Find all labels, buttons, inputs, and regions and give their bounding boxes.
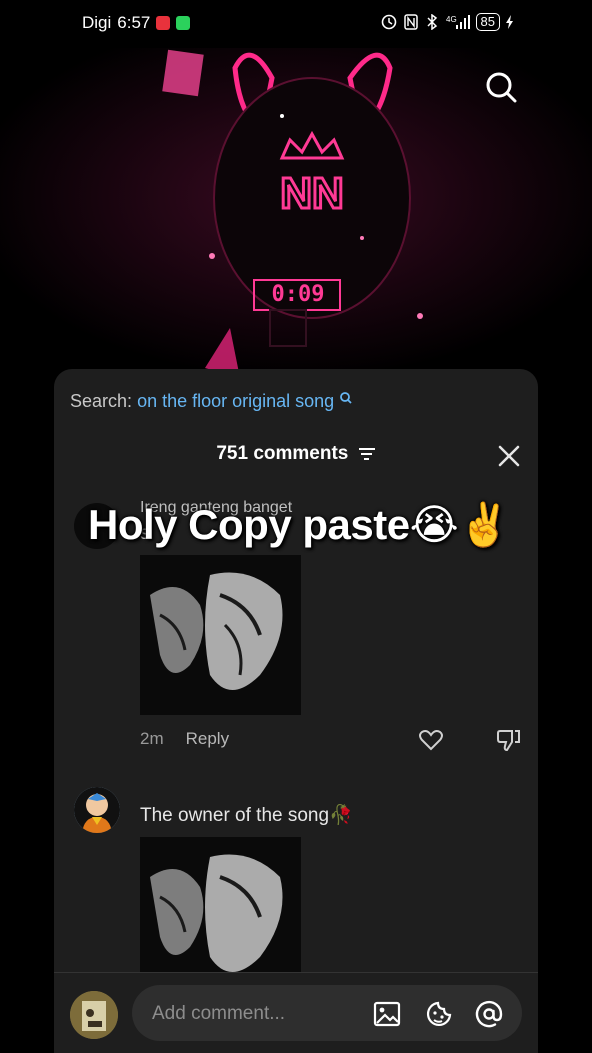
status-right: 4G 85 [380,13,514,31]
reply-button[interactable]: Reply [186,729,229,749]
emoji-icon [426,1001,452,1027]
nfc-icon [403,14,418,30]
comments-sheet: Search: on the floor original song 751 c… [54,369,538,1052]
search-small-icon [340,392,352,404]
avatar[interactable] [74,787,120,833]
filter-icon[interactable] [358,447,376,461]
status-bar: Digi 6:57 4G 85 [0,0,592,48]
alarm-icon [381,14,396,30]
image-icon [373,1001,401,1027]
record-indicator-icon [156,16,171,30]
like-button[interactable] [418,727,444,753]
dislike-icon [497,730,520,752]
bluetooth-icon [427,14,437,30]
comment-image[interactable] [140,837,301,973]
comment-composer: Add comment... [54,972,538,1053]
comment-text: The owner of the song🥀 [140,805,353,826]
comments-header: 751 comments [54,443,538,469]
avatar-photo-image [70,991,118,1039]
close-button[interactable] [496,443,522,469]
comment-input[interactable]: Add comment... [132,985,522,1041]
clock: 6:57 [117,13,151,32]
avatar-cartoon-image [74,787,120,833]
battery-indicator: 85 [475,13,500,31]
dislike-button[interactable] [496,727,522,753]
search-icon [486,72,517,103]
my-avatar[interactable] [70,991,118,1039]
mention-button[interactable] [474,999,504,1029]
charging-icon [506,15,513,29]
comment-meta: 2m Reply [140,729,229,749]
overlay-caption: Holy Copy paste😭✌️ [88,501,510,548]
heart-icon [419,730,443,751]
comments-count: 751 comments [216,443,349,464]
at-icon [475,1000,503,1028]
muscle-art-image [140,837,301,973]
video-clock-sign: 0:09 [271,282,325,307]
emoji-button[interactable] [424,999,454,1029]
signal-icon: 4G [446,15,470,29]
whatsapp-notification-icon [176,16,191,30]
comment-input-placeholder: Add comment... [152,1003,286,1024]
image-button[interactable] [372,999,402,1029]
close-icon [498,445,520,467]
search-suggestion-query[interactable]: on the floor original song [137,391,334,411]
search-suggestion-prefix: Search: [70,391,133,411]
muscle-art-image [140,555,301,715]
search-button[interactable] [482,68,520,106]
svg-text:4G: 4G [446,15,457,24]
carrier-label: Digi [82,13,112,32]
comment-time: 2m [140,729,164,748]
search-suggestion[interactable]: Search: on the floor original song [70,391,353,412]
status-left: Digi 6:57 [82,13,191,33]
comment-image[interactable] [140,555,301,715]
svg-text:NN: NN [280,169,344,218]
